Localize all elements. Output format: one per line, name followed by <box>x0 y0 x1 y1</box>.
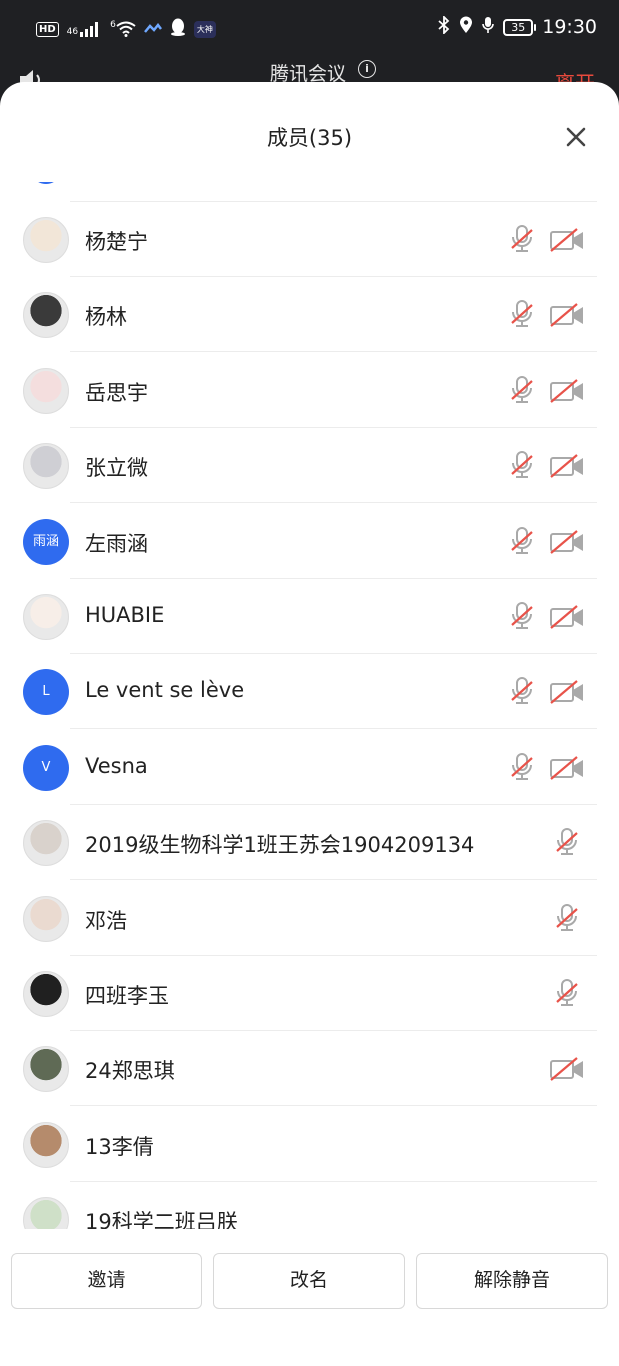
partial-top-avatar <box>30 182 62 184</box>
status-bar: HD 46 6 大神 35 19:30 <box>0 0 619 60</box>
mic-muted-icon[interactable] <box>554 903 580 933</box>
wifi-icon: 6 <box>110 21 136 37</box>
mic-muted-icon[interactable] <box>509 299 535 329</box>
member-avatar <box>23 217 69 263</box>
battery-icon: 35 <box>503 18 537 36</box>
member-avatar <box>23 594 69 640</box>
member-row[interactable]: L Le vent se lève <box>0 654 619 730</box>
camera-off-icon[interactable] <box>549 227 585 253</box>
rename-button[interactable]: 改名 <box>213 1253 405 1309</box>
member-name: 岳思宇 <box>85 380 148 405</box>
camera-off-icon[interactable] <box>549 1056 585 1082</box>
member-name: 四班李玉 <box>85 984 169 1008</box>
member-row[interactable]: 杨林 <box>0 277 619 353</box>
member-row[interactable]: 张立微 <box>0 428 619 504</box>
app-notification-icon <box>143 20 162 39</box>
sheet-title: 成员(35) <box>266 126 353 150</box>
member-row[interactable]: HUABIE <box>0 579 619 654</box>
member-name: 24郑思琪 <box>85 1059 175 1084</box>
member-avatar <box>23 1046 69 1093</box>
camera-off-icon[interactable] <box>549 679 585 705</box>
unmute-button[interactable]: 解除静音 <box>416 1253 608 1309</box>
member-avatar <box>23 292 69 339</box>
member-row[interactable]: 2019级生物科学1班王苏会1904209134 <box>0 805 619 881</box>
member-row[interactable]: V Vesna <box>0 730 619 805</box>
member-row[interactable]: 24郑思琪 <box>0 1031 619 1107</box>
member-name: 杨楚宁 <box>85 230 148 254</box>
mic-muted-icon[interactable] <box>509 224 535 254</box>
member-name: 19科学二班吕朕 <box>85 1210 238 1229</box>
member-avatar <box>23 1197 69 1229</box>
hd-badge: HD <box>36 21 59 37</box>
microphone-status-icon <box>482 16 495 38</box>
mic-muted-icon[interactable] <box>509 375 535 405</box>
mic-muted-icon[interactable] <box>509 526 535 556</box>
member-row[interactable]: 邓浩 <box>0 881 619 956</box>
member-avatar <box>23 367 69 414</box>
member-avatar: V <box>23 744 69 791</box>
member-avatar <box>23 895 69 942</box>
mic-muted-icon[interactable] <box>509 450 535 480</box>
member-row[interactable]: 雨涵 左雨涵 <box>0 504 619 579</box>
member-avatar <box>23 820 69 867</box>
member-row[interactable]: 岳思宇 <box>0 353 619 428</box>
close-icon[interactable] <box>564 125 588 149</box>
member-list[interactable]: 杨楚宁杨林岳思宇张立微雨涵 左雨涵 HUABIE L Le vent se lève V V… <box>0 182 619 1229</box>
camera-off-icon[interactable] <box>549 604 585 630</box>
member-row[interactable]: 杨楚宁 <box>0 202 619 277</box>
mic-muted-icon[interactable] <box>509 752 535 782</box>
cellular-signal-icon: 46 <box>67 21 102 37</box>
mic-muted-icon[interactable] <box>554 827 580 857</box>
member-avatar <box>23 971 69 1017</box>
members-sheet: 成员(35) 杨楚宁杨林岳思宇张立微雨涵 左雨涵 HUABIE L Le vent se… <box>0 82 619 1366</box>
camera-off-icon[interactable] <box>549 453 585 479</box>
member-name: 邓浩 <box>85 908 127 933</box>
mic-muted-icon[interactable] <box>554 978 580 1008</box>
member-row[interactable]: 四班李玉 <box>0 956 619 1031</box>
member-name: 13李倩 <box>85 1134 154 1159</box>
bluetooth-icon <box>438 14 450 38</box>
mic-muted-icon[interactable] <box>509 601 535 631</box>
member-name: Le vent se lève <box>85 678 245 703</box>
member-name: HUABIE <box>85 603 165 627</box>
camera-off-icon[interactable] <box>549 378 585 404</box>
member-name: 杨林 <box>85 305 127 330</box>
app-badge-icon: 大神 <box>193 20 216 38</box>
camera-off-icon[interactable] <box>549 302 585 328</box>
member-avatar: 雨涵 <box>23 518 69 565</box>
member-name: 张立微 <box>85 456 148 481</box>
action-bar: 邀请 改名 解除静音 <box>0 1230 619 1366</box>
info-icon[interactable]: i <box>358 60 376 78</box>
member-avatar <box>23 1121 69 1168</box>
member-name: 左雨涵 <box>85 531 148 556</box>
member-row[interactable]: 13李倩 <box>0 1107 619 1182</box>
member-name: Vesna <box>85 753 148 778</box>
location-icon <box>459 16 473 38</box>
camera-off-icon[interactable] <box>549 755 585 781</box>
member-avatar: L <box>23 669 69 716</box>
mic-muted-icon[interactable] <box>509 676 535 706</box>
camera-off-icon[interactable] <box>549 529 585 555</box>
qq-icon <box>170 18 186 40</box>
clock: 19:30 <box>542 16 597 38</box>
member-avatar <box>23 443 69 490</box>
invite-button[interactable]: 邀请 <box>11 1253 202 1309</box>
member-row[interactable]: 19科学二班吕朕 <box>0 1182 619 1229</box>
member-name: 2019级生物科学1班王苏会1904209134 <box>85 833 475 858</box>
